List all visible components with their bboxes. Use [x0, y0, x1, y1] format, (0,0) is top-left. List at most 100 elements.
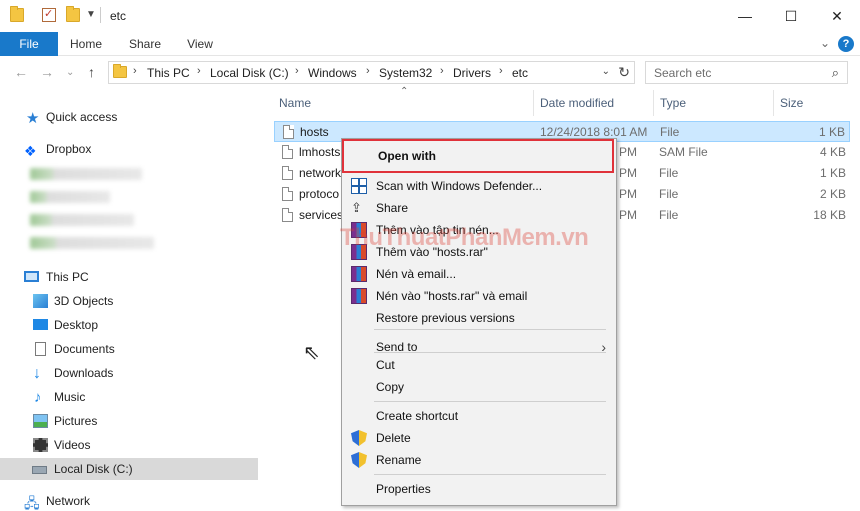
crumb-separator[interactable]: ›: [440, 65, 444, 77]
back-icon[interactable]: ←: [14, 64, 28, 80]
address-bar[interactable]: › This PC › Local Disk (C:) › Windows › …: [108, 61, 635, 84]
refresh-icon[interactable]: ↻: [618, 64, 630, 81]
menu-item-properties[interactable]: Properties: [342, 478, 616, 500]
menu-separator: [374, 401, 606, 402]
crumb-local-disk[interactable]: Local Disk (C:): [210, 66, 289, 80]
column-header-date[interactable]: Date modified: [540, 90, 614, 116]
expand-ribbon-icon[interactable]: ⌄: [820, 36, 830, 50]
crumb-separator[interactable]: ›: [133, 65, 137, 77]
tab-file[interactable]: File: [0, 32, 58, 56]
file-date: PM: [619, 166, 637, 180]
menu-item-label: Properties: [376, 482, 431, 496]
sidebar-item-videos[interactable]: Videos: [0, 434, 258, 456]
file-size: 1 KB: [819, 166, 846, 180]
tab-view[interactable]: View: [180, 32, 220, 56]
menu-item-open-with[interactable]: Open with: [342, 139, 614, 173]
menu-separator: [374, 329, 606, 330]
menu-item-label: Delete: [376, 431, 411, 445]
blurred-item: [30, 168, 142, 180]
file-type: File: [659, 208, 679, 222]
sidebar-item-label: Quick access: [46, 110, 118, 124]
file-name: services: [299, 208, 344, 222]
watermark-text: ThuThuatPhanMem.vn: [340, 224, 589, 251]
blurred-item: [30, 191, 110, 203]
column-divider[interactable]: [533, 90, 534, 116]
menu-item-label: Restore previous versions: [376, 311, 515, 325]
search-input[interactable]: Search etc ⌕: [645, 61, 848, 84]
recent-locations-icon[interactable]: ⌄: [66, 67, 74, 78]
column-header-type[interactable]: Type: [660, 90, 686, 116]
crumb-this-pc[interactable]: This PC: [147, 66, 190, 80]
sidebar-item-local-disk[interactable]: Local Disk (C:): [0, 458, 258, 480]
up-icon[interactable]: ↑: [88, 64, 95, 80]
sidebar-item-dropbox[interactable]: ❖ Dropbox: [0, 138, 258, 160]
file-size: 2 KB: [819, 187, 846, 201]
sidebar-item-3d-objects[interactable]: 3D Objects: [0, 290, 258, 312]
column-header-size[interactable]: Size: [780, 90, 803, 116]
crumb-separator[interactable]: ›: [499, 65, 503, 77]
folder-icon: [113, 64, 127, 78]
sidebar-item-pictures[interactable]: Pictures: [0, 410, 258, 432]
menu-item-delete[interactable]: Delete: [342, 427, 616, 449]
crumb-system32[interactable]: System32: [379, 66, 432, 80]
menu-item-copy[interactable]: Copy: [342, 376, 616, 398]
sidebar-item-label: This PC: [46, 270, 89, 284]
customize-toolbar-icon[interactable]: ▼: [86, 9, 96, 20]
menu-item-share[interactable]: ⇪ Share: [342, 197, 616, 219]
properties-icon[interactable]: [42, 7, 56, 22]
minimize-button[interactable]: —: [722, 0, 768, 32]
sidebar-item-label: Downloads: [54, 366, 114, 380]
sidebar-item-music[interactable]: ♪ Music: [0, 386, 258, 408]
tab-home[interactable]: Home: [64, 32, 108, 56]
search-icon[interactable]: ⌕: [832, 65, 839, 81]
sidebar-item-downloads[interactable]: ↓ Downloads: [0, 362, 258, 384]
sidebar-item-this-pc[interactable]: This PC: [0, 266, 258, 288]
mouse-cursor-icon: ⇖: [303, 342, 320, 364]
new-folder-icon[interactable]: [66, 6, 80, 22]
menu-item-scan-defender[interactable]: Scan with Windows Defender...: [342, 175, 616, 197]
dropbox-icon: ❖: [24, 143, 37, 159]
tab-share[interactable]: Share: [122, 32, 168, 56]
sidebar-item-label: Local Disk (C:): [54, 462, 133, 476]
uac-shield-icon: [351, 452, 367, 468]
file-icon: [282, 166, 293, 180]
file-name: lmhosts: [299, 145, 341, 159]
sidebar-item-network[interactable]: 🖧 Network: [0, 490, 258, 511]
sidebar-item-desktop[interactable]: Desktop: [0, 314, 258, 336]
crumb-drivers[interactable]: Drivers: [453, 66, 491, 80]
desktop-icon: [33, 319, 48, 330]
pictures-icon: [33, 414, 48, 428]
uac-shield-icon: [351, 430, 367, 446]
music-icon: ♪: [34, 389, 42, 406]
column-divider[interactable]: [653, 90, 654, 116]
star-icon: ★: [26, 110, 40, 127]
file-type: File: [660, 125, 680, 139]
sidebar-item-documents[interactable]: Documents: [0, 338, 258, 360]
menu-separator: [374, 474, 606, 475]
menu-item-compress-email[interactable]: Nén và email...: [342, 263, 616, 285]
maximize-button[interactable]: ☐: [768, 0, 814, 32]
crumb-separator[interactable]: ›: [197, 65, 201, 77]
folder-icon[interactable]: [10, 6, 24, 22]
menu-item-restore-versions[interactable]: Restore previous versions: [342, 307, 616, 329]
download-icon: ↓: [33, 365, 41, 382]
menu-item-compress-hosts-email[interactable]: Nén vào "hosts.rar" và email: [342, 285, 616, 307]
sidebar-item-quick-access[interactable]: ★ Quick access: [0, 106, 258, 128]
file-type: SAM File: [659, 145, 708, 159]
close-button[interactable]: ✕: [814, 0, 860, 32]
menu-item-rename[interactable]: Rename: [342, 449, 616, 471]
crumb-separator[interactable]: ›: [295, 65, 299, 77]
file-name: protoco: [299, 187, 340, 201]
crumb-windows[interactable]: Windows: [308, 66, 357, 80]
file-name: network: [299, 166, 342, 180]
crumb-separator[interactable]: ›: [366, 65, 370, 77]
menu-item-cut[interactable]: Cut: [342, 354, 616, 376]
column-divider[interactable]: [773, 90, 774, 116]
column-header-name[interactable]: Name: [279, 90, 311, 116]
crumb-etc[interactable]: etc: [512, 66, 528, 80]
help-icon[interactable]: ?: [838, 36, 854, 52]
menu-item-create-shortcut[interactable]: Create shortcut: [342, 405, 616, 427]
address-dropdown-icon[interactable]: ⌄: [602, 66, 610, 77]
menu-separator: [374, 352, 606, 353]
forward-icon[interactable]: →: [40, 64, 54, 80]
